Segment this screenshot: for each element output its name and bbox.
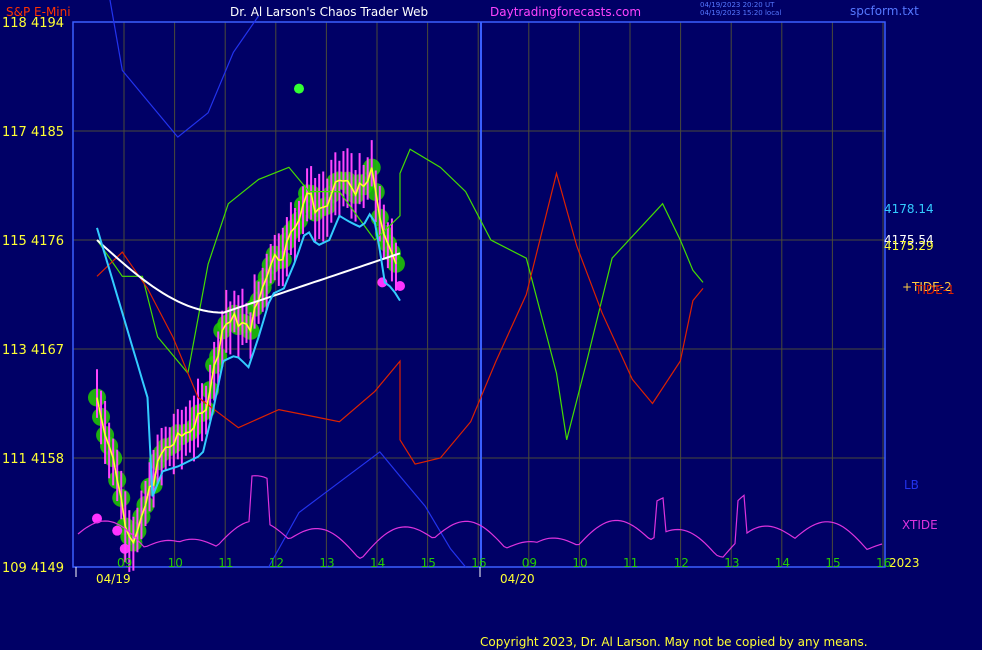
x-tick-label: 10 xyxy=(168,556,183,570)
site-link[interactable]: Daytradingforecasts.com xyxy=(490,5,641,19)
x-tick-label: 11 xyxy=(218,556,233,570)
x-tick-label: 10 xyxy=(572,556,587,570)
year-label: 2023 xyxy=(889,556,920,570)
y-tick-label: 115 4176 xyxy=(2,234,64,249)
x-tick-label: 15 xyxy=(825,556,840,570)
x-tick-label: 09 xyxy=(117,556,132,570)
file-label: spcform.txt xyxy=(850,4,919,18)
y-tick-label: 111 4158 xyxy=(2,452,64,467)
date-label: 04/20 xyxy=(500,572,535,586)
x-tick-label: 14 xyxy=(775,556,790,570)
y-tick-label: 117 4185 xyxy=(2,125,64,140)
x-tick-label: 12 xyxy=(269,556,284,570)
chart-title: Dr. Al Larson's Chaos Trader Web xyxy=(230,5,428,19)
right-label: 4175.29 xyxy=(884,239,934,253)
x-tick-label: 15 xyxy=(421,556,436,570)
ut-time-label: 04/19/2023 20:20 UT xyxy=(700,1,775,9)
chaos-trader-chart: 118 4194117 4185115 4176113 4167111 4158… xyxy=(0,0,982,650)
high-marker xyxy=(294,83,304,94)
y-tick-label: 113 4167 xyxy=(2,343,64,358)
local-time-label: 04/19/2023 15:20 local xyxy=(700,9,781,17)
x-tick-label: 16 xyxy=(471,556,486,570)
symbol-label: S&P E-Mini xyxy=(6,5,71,19)
right-label: XTIDE xyxy=(902,518,938,532)
right-label: TIDE-1 xyxy=(914,283,955,297)
right-label: 4178.14 xyxy=(884,202,934,216)
x-tick-label: 14 xyxy=(370,556,385,570)
x-tick-label: 12 xyxy=(674,556,689,570)
y-tick-label: 109 4149 xyxy=(2,561,64,576)
copyright-text: Copyright 2023, Dr. Al Larson. May not b… xyxy=(480,635,868,649)
x-tick-label: 09 xyxy=(522,556,537,570)
chart-background xyxy=(0,0,982,650)
x-tick-label: 13 xyxy=(319,556,334,570)
date-label: 04/19 xyxy=(96,572,131,586)
right-label: LB xyxy=(904,478,919,492)
x-tick-label: 11 xyxy=(623,556,638,570)
x-tick-label: 13 xyxy=(724,556,739,570)
magenta-marker xyxy=(112,525,123,536)
